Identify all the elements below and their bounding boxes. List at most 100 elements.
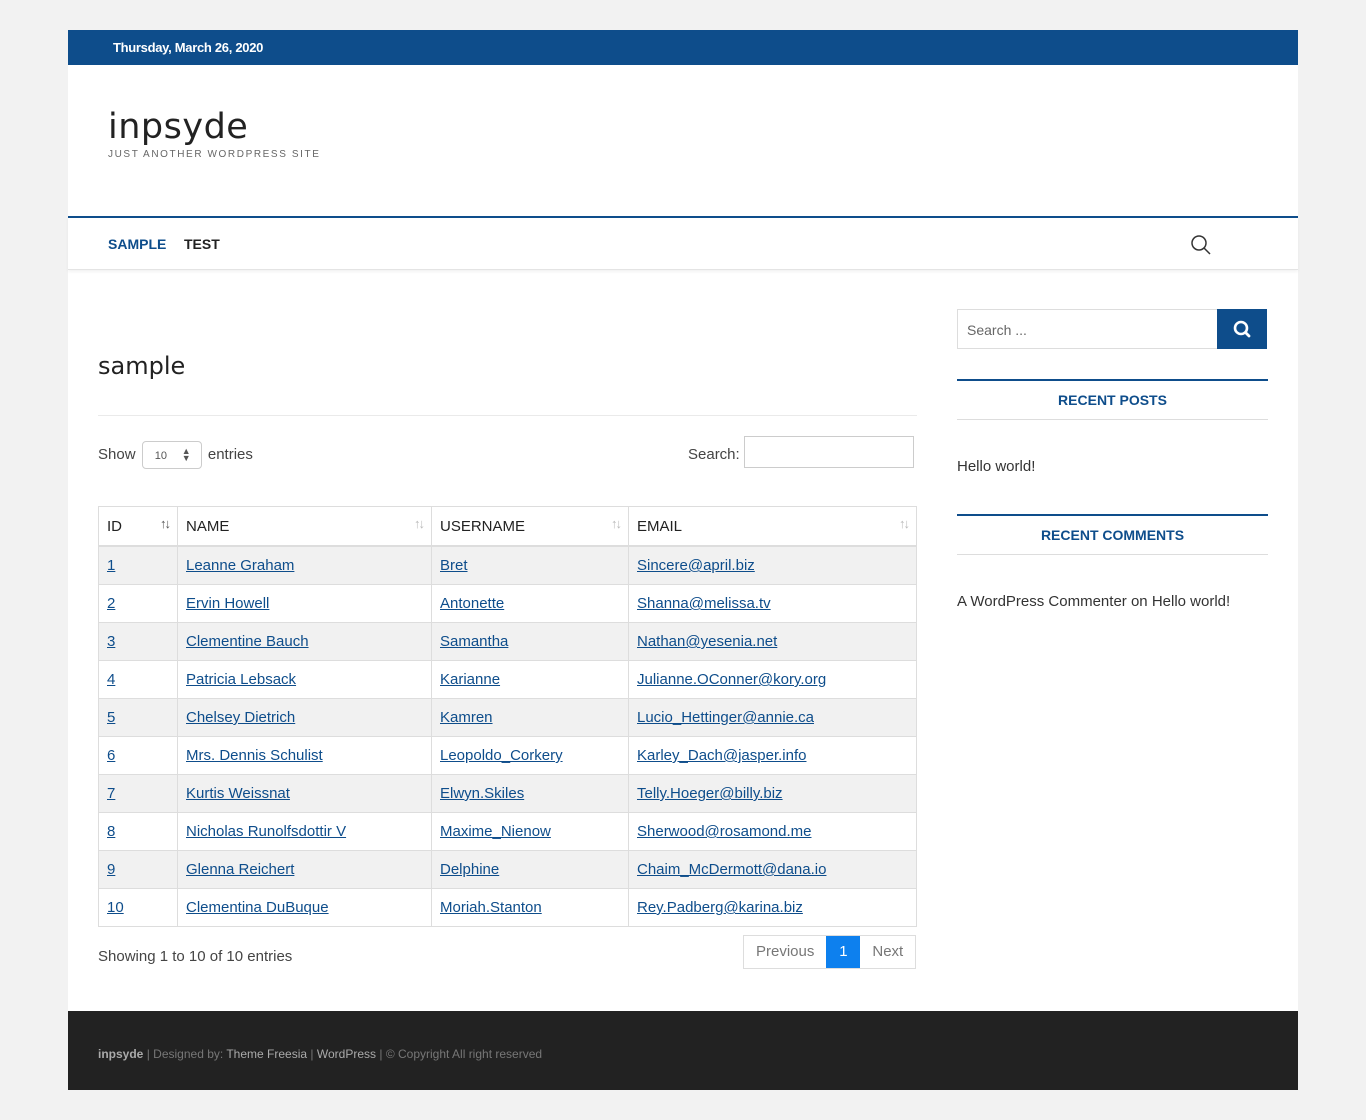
table-row: 5 Chelsey Dietrich Kamren Lucio_Hettinger@a… xyxy=(98,698,917,737)
page-button-current[interactable]: 1 xyxy=(826,936,861,968)
footer-wordpress-link[interactable]: WordPress xyxy=(317,1047,376,1061)
user-name-link[interactable]: Clementina DuBuque xyxy=(186,899,329,916)
recent-comment: A WordPress Commenter on Hello world! xyxy=(957,593,1230,610)
footer-theme-link[interactable]: Theme Freesia xyxy=(226,1047,307,1061)
table-cell: Rey.Padberg@karina.biz xyxy=(628,888,917,927)
table-cell: 4 xyxy=(98,660,178,699)
user-id-link[interactable]: 4 xyxy=(107,671,115,688)
user-name-link[interactable]: Clementine Bauch xyxy=(186,633,309,650)
user-id-link[interactable]: 7 xyxy=(107,785,115,802)
table-cell: 5 xyxy=(98,698,178,737)
nav-item-test[interactable]: TEST xyxy=(184,236,220,252)
page: Thursday, March 26, 2020 inpsyde JUST AN… xyxy=(68,30,1298,1090)
user-name-link[interactable]: Patricia Lebsack xyxy=(186,671,296,688)
table-cell: Sherwood@rosamond.me xyxy=(628,812,917,851)
user-username-link[interactable]: Kamren xyxy=(440,709,493,726)
entries-per-page-select[interactable]: 10 ▲ ▼ xyxy=(141,441,202,469)
next-button[interactable]: Next xyxy=(860,936,915,968)
user-email-link[interactable]: Sincere@april.biz xyxy=(637,557,755,574)
user-username-link[interactable]: Delphine xyxy=(440,861,499,878)
footer-separator: | xyxy=(310,1047,314,1061)
users-table: ID ↑↓ NAME ↑↓ USERNAME ↑↓ EMAIL ↑↓ 1 Lea… xyxy=(98,506,917,927)
user-username-link[interactable]: Moriah.Stanton xyxy=(440,899,542,916)
user-id-link[interactable]: 5 xyxy=(107,709,115,726)
main-navigation: SAMPLE TEST xyxy=(68,216,1298,270)
user-email-link[interactable]: Nathan@yesenia.net xyxy=(637,633,777,650)
user-name-link[interactable]: Glenna Reichert xyxy=(186,861,294,878)
comment-post-link[interactable]: Hello world! xyxy=(1152,593,1230,610)
user-email-link[interactable]: Rey.Padberg@karina.biz xyxy=(637,899,803,916)
user-email-link[interactable]: Sherwood@rosamond.me xyxy=(637,823,811,840)
site-tagline: JUST ANOTHER WORDPRESS SITE xyxy=(108,149,321,160)
table-cell: Maxime_Nienow xyxy=(431,812,629,851)
user-username-link[interactable]: Karianne xyxy=(440,671,500,688)
sort-icon: ↑↓ xyxy=(414,516,425,531)
user-id-link[interactable]: 8 xyxy=(107,823,115,840)
user-username-link[interactable]: Bret xyxy=(440,557,468,574)
column-header-email[interactable]: EMAIL ↑↓ xyxy=(628,506,917,547)
table-cell: 6 xyxy=(98,736,178,775)
table-cell: 7 xyxy=(98,774,178,813)
sidebar-search: Search ... xyxy=(957,309,1267,349)
table-cell: Sincere@april.biz xyxy=(628,545,917,585)
table-row: 3 Clementine Bauch Samantha Nathan@yesenia.… xyxy=(98,622,917,661)
table-length-control: Show 10 ▲ ▼ entries xyxy=(98,441,253,469)
user-username-link[interactable]: Antonette xyxy=(440,595,504,612)
table-cell: Kurtis Weissnat xyxy=(177,774,432,813)
site-branding: inpsyde JUST ANOTHER WORDPRESS SITE xyxy=(108,110,321,161)
table-search-input[interactable] xyxy=(744,436,914,468)
user-name-link[interactable]: Chelsey Dietrich xyxy=(186,709,295,726)
column-header-username[interactable]: USERNAME ↑↓ xyxy=(431,506,629,547)
previous-button[interactable]: Previous xyxy=(744,936,826,968)
user-name-link[interactable]: Leanne Graham xyxy=(186,557,294,574)
table-cell: Chelsey Dietrich xyxy=(177,698,432,737)
user-email-link[interactable]: Shanna@melissa.tv xyxy=(637,595,771,612)
column-header-label: NAME xyxy=(186,517,230,535)
table-cell: Karianne xyxy=(431,660,629,699)
top-bar: Thursday, March 26, 2020 xyxy=(68,30,1298,65)
user-email-link[interactable]: Chaim_McDermott@dana.io xyxy=(637,861,826,878)
comment-author-link[interactable]: A WordPress Commenter xyxy=(957,593,1127,610)
user-email-link[interactable]: Telly.Hoeger@billy.biz xyxy=(637,785,783,802)
user-name-link[interactable]: Kurtis Weissnat xyxy=(186,785,290,802)
site-title[interactable]: inpsyde xyxy=(108,110,320,145)
user-id-link[interactable]: 2 xyxy=(107,595,115,612)
recent-post-link[interactable]: Hello world! xyxy=(957,458,1035,475)
user-email-link[interactable]: Karley_Dach@jasper.info xyxy=(637,747,806,764)
user-name-link[interactable]: Ervin Howell xyxy=(186,595,269,612)
table-cell: Clementine Bauch xyxy=(177,622,432,661)
user-id-link[interactable]: 10 xyxy=(107,899,124,916)
column-header-id[interactable]: ID ↑↓ xyxy=(98,506,178,547)
user-id-link[interactable]: 6 xyxy=(107,747,115,764)
sort-icon: ↑↓ xyxy=(899,516,910,531)
sidebar-search-button[interactable] xyxy=(1217,309,1267,349)
user-id-link[interactable]: 3 xyxy=(107,633,115,650)
search-icon[interactable] xyxy=(1190,234,1212,261)
user-id-link[interactable]: 9 xyxy=(107,861,115,878)
user-username-link[interactable]: Samantha xyxy=(440,633,508,650)
column-header-name[interactable]: NAME ↑↓ xyxy=(177,506,432,547)
table-row: 7 Kurtis Weissnat Elwyn.Skiles Telly.Hoeger… xyxy=(98,774,917,813)
footer-credits: inpsyde | Designed by: Theme Freesia | W… xyxy=(98,1047,542,1061)
user-username-link[interactable]: Leopoldo_Corkery xyxy=(440,747,563,764)
table-cell: Samantha xyxy=(431,622,629,661)
user-username-link[interactable]: Elwyn.Skiles xyxy=(440,785,524,802)
user-username-link[interactable]: Maxime_Nienow xyxy=(440,823,551,840)
user-name-link[interactable]: Mrs. Dennis Schulist xyxy=(186,747,323,764)
sort-icon: ↑↓ xyxy=(611,516,622,531)
user-email-link[interactable]: Lucio_Hettinger@annie.ca xyxy=(637,709,814,726)
table-row: 10 Clementina DuBuque Moriah.Stanton Rey.Pa… xyxy=(98,888,917,927)
footer-site-link[interactable]: inpsyde xyxy=(98,1047,143,1061)
table-cell: 9 xyxy=(98,850,178,889)
user-id-link[interactable]: 1 xyxy=(107,557,115,574)
sidebar-search-input[interactable]: Search ... xyxy=(957,309,1218,349)
footer-designed-by: Designed by: xyxy=(153,1047,224,1061)
comment-on-label: on xyxy=(1130,593,1148,610)
sort-ascending-icon: ↑↓ xyxy=(160,516,171,531)
nav-item-sample[interactable]: SAMPLE xyxy=(108,236,166,252)
show-label: Show xyxy=(98,445,136,463)
table-cell: Telly.Hoeger@billy.biz xyxy=(628,774,917,813)
table-cell: Antonette xyxy=(431,584,629,623)
user-email-link[interactable]: Julianne.OConner@kory.org xyxy=(637,671,826,688)
user-name-link[interactable]: Nicholas Runolfsdottir V xyxy=(186,823,346,840)
